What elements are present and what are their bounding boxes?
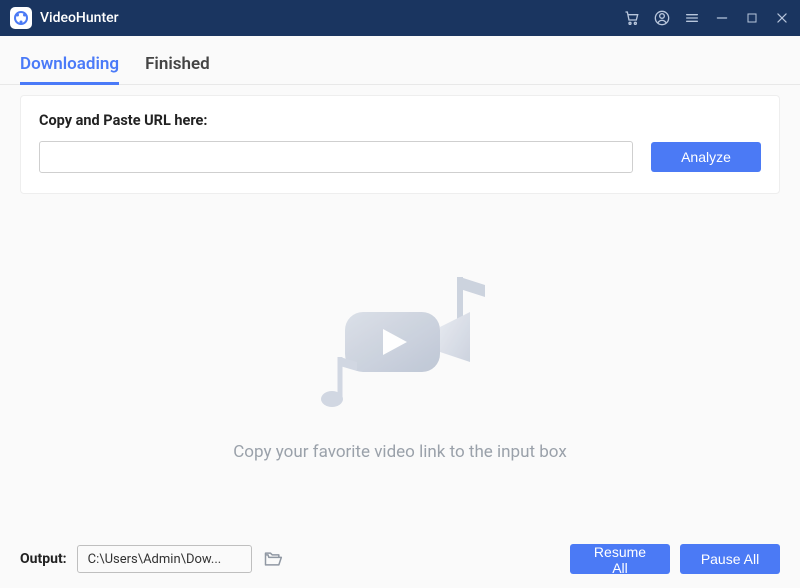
analyze-button[interactable]: Analyze	[651, 142, 761, 172]
titlebar-left: VideoHunter	[10, 7, 119, 29]
titlebar-right	[624, 10, 790, 26]
app-logo-icon	[10, 7, 32, 29]
url-label: Copy and Paste URL here:	[39, 112, 761, 129]
url-card: Copy and Paste URL here: Analyze	[20, 95, 780, 194]
empty-text: Copy your favorite video link to the inp…	[233, 442, 567, 462]
empty-state: Copy your favorite video link to the inp…	[0, 194, 800, 530]
close-icon[interactable]	[774, 10, 790, 26]
user-icon[interactable]	[654, 10, 670, 26]
output-path-field[interactable]: C:\Users\Admin\Dow...	[77, 545, 252, 573]
bottom-bar: Output: C:\Users\Admin\Dow... Resume All…	[0, 530, 800, 588]
tab-downloading[interactable]: Downloading	[20, 54, 119, 84]
url-input[interactable]	[39, 141, 633, 173]
pause-all-button[interactable]: Pause All	[680, 544, 780, 574]
empty-illustration-icon	[290, 262, 510, 422]
output-label: Output:	[20, 551, 67, 567]
tab-finished[interactable]: Finished	[145, 54, 210, 84]
cart-icon[interactable]	[624, 10, 640, 26]
minimize-icon[interactable]	[714, 10, 730, 26]
menu-icon[interactable]	[684, 10, 700, 26]
app-title: VideoHunter	[40, 10, 119, 26]
tabs: Downloading Finished	[0, 36, 800, 85]
titlebar: VideoHunter	[0, 0, 800, 36]
resume-all-button[interactable]: Resume All	[570, 544, 670, 574]
url-row: Analyze	[39, 141, 761, 173]
folder-open-icon[interactable]	[262, 548, 284, 570]
maximize-icon[interactable]	[744, 10, 760, 26]
